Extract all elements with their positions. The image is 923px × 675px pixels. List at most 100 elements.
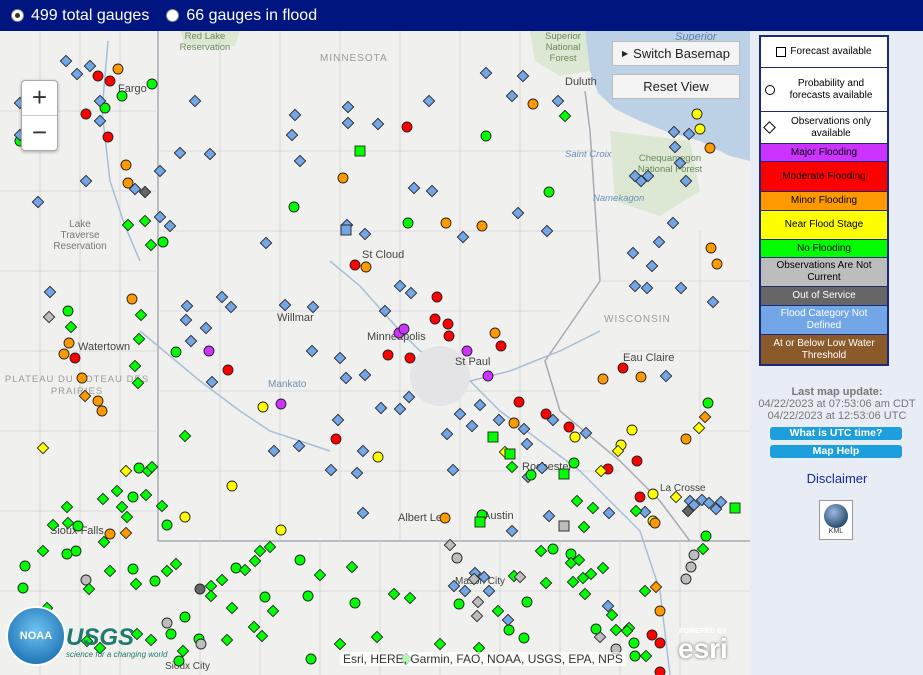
gauge-marker-none[interactable] bbox=[609, 623, 623, 637]
gauge-marker-none[interactable] bbox=[578, 587, 592, 601]
gauge-marker-minor[interactable] bbox=[104, 528, 116, 540]
gauge-marker-not-defined[interactable] bbox=[511, 206, 525, 220]
gauge-marker-moderate[interactable] bbox=[404, 352, 416, 364]
gauge-marker-none[interactable] bbox=[453, 598, 465, 610]
gauge-marker-not-defined[interactable] bbox=[447, 579, 461, 593]
gauge-marker-minor[interactable] bbox=[649, 580, 663, 594]
gauge-marker-none[interactable] bbox=[387, 587, 401, 601]
gauge-marker-none[interactable] bbox=[294, 554, 306, 566]
gauge-marker-none[interactable] bbox=[139, 488, 153, 502]
gauge-marker-none[interactable] bbox=[127, 491, 139, 503]
gauge-marker-moderate[interactable] bbox=[634, 491, 646, 503]
gauge-marker-minor[interactable] bbox=[92, 395, 104, 407]
gauge-marker-not-current[interactable] bbox=[688, 549, 700, 561]
gauge-marker-none[interactable] bbox=[700, 530, 712, 542]
gauge-marker-not-defined[interactable] bbox=[626, 246, 640, 260]
gauge-marker-none[interactable] bbox=[110, 484, 124, 498]
gauge-marker-none[interactable] bbox=[288, 201, 300, 213]
gauge-marker-near[interactable] bbox=[669, 490, 683, 504]
gauge-marker-none[interactable] bbox=[568, 457, 580, 469]
gauge-marker-not-current[interactable] bbox=[42, 310, 56, 324]
gauge-marker-none[interactable] bbox=[128, 359, 142, 373]
gauge-marker-minor[interactable] bbox=[120, 159, 132, 171]
gauge-marker-minor[interactable] bbox=[76, 372, 88, 384]
zoom-in-button[interactable]: + bbox=[22, 81, 57, 116]
gauge-marker-none[interactable] bbox=[521, 596, 533, 608]
zoom-out-button[interactable]: − bbox=[22, 116, 57, 150]
gauge-marker-minor[interactable] bbox=[439, 512, 451, 524]
gauge-marker-none[interactable] bbox=[505, 460, 519, 474]
gauge-marker-minor[interactable] bbox=[635, 371, 647, 383]
gauge-marker-not-defined[interactable] bbox=[179, 313, 193, 327]
gauge-marker-none[interactable] bbox=[266, 604, 280, 618]
gauge-marker-moderate[interactable] bbox=[443, 330, 455, 342]
gauge-marker-not-defined[interactable] bbox=[374, 401, 388, 415]
gauge-marker-minor[interactable] bbox=[112, 63, 124, 75]
gauge-marker-none[interactable] bbox=[403, 591, 417, 605]
gauge-marker-minor[interactable] bbox=[119, 526, 133, 540]
what-is-utc-button[interactable]: What is UTC time? bbox=[770, 427, 902, 440]
gauge-marker-none[interactable] bbox=[131, 376, 145, 390]
gauge-marker-none[interactable] bbox=[525, 469, 537, 481]
gauge-marker-none[interactable] bbox=[302, 590, 314, 602]
gauge-marker-none[interactable] bbox=[333, 637, 347, 651]
gauge-marker-none[interactable] bbox=[639, 649, 653, 663]
gauge-marker-not-defined[interactable] bbox=[456, 230, 470, 244]
gauge-marker-not-defined[interactable] bbox=[666, 216, 680, 230]
gauge-marker-none[interactable] bbox=[215, 573, 229, 587]
gauge-marker-none[interactable] bbox=[116, 90, 128, 102]
gauge-marker-not-defined[interactable] bbox=[324, 463, 338, 477]
gauge-marker-not-defined[interactable] bbox=[659, 369, 673, 383]
gauge-marker-near[interactable] bbox=[179, 511, 191, 523]
gauge-marker-not-defined[interactable] bbox=[205, 375, 219, 389]
gauge-marker-none[interactable] bbox=[61, 548, 73, 560]
gauge-marker-none[interactable] bbox=[138, 214, 152, 228]
gauge-marker-moderate[interactable] bbox=[654, 666, 666, 675]
gauge-marker-near[interactable] bbox=[275, 524, 287, 536]
gauge-marker-minor[interactable] bbox=[126, 293, 138, 305]
gauge-marker-moderate[interactable] bbox=[431, 291, 443, 303]
gauge-marker-none[interactable] bbox=[629, 650, 641, 662]
gauge-marker-moderate[interactable] bbox=[222, 364, 234, 376]
gauge-marker-not-defined[interactable] bbox=[341, 116, 355, 130]
gauge-marker-not-defined[interactable] bbox=[479, 66, 493, 80]
gauge-marker-not-defined[interactable] bbox=[340, 224, 352, 236]
gauge-marker-not-defined[interactable] bbox=[579, 426, 593, 440]
gauge-marker-none[interactable] bbox=[121, 218, 135, 232]
gauge-marker-none[interactable] bbox=[503, 624, 515, 636]
gauge-marker-not-defined[interactable] bbox=[356, 506, 370, 520]
gauge-marker-none[interactable] bbox=[230, 562, 242, 574]
gauge-marker-moderate[interactable] bbox=[69, 352, 81, 364]
gauge-marker-not-current[interactable] bbox=[558, 520, 570, 532]
gauge-marker-none[interactable] bbox=[36, 544, 50, 558]
gauge-marker-minor[interactable] bbox=[527, 98, 539, 110]
gauge-marker-not-defined[interactable] bbox=[358, 227, 372, 241]
gauge-marker-not-defined[interactable] bbox=[224, 300, 238, 314]
gauge-marker-not-defined[interactable] bbox=[331, 413, 345, 427]
gauge-marker-none[interactable] bbox=[558, 468, 570, 480]
gauge-marker-none[interactable] bbox=[354, 145, 366, 157]
gauge-marker-not-defined[interactable] bbox=[188, 94, 202, 108]
gauge-marker-none[interactable] bbox=[702, 397, 714, 409]
gauge-marker-moderate[interactable] bbox=[442, 318, 454, 330]
gauge-marker-none[interactable] bbox=[64, 320, 78, 334]
gauge-marker-not-defined[interactable] bbox=[628, 279, 642, 293]
gauge-marker-not-defined[interactable] bbox=[180, 299, 194, 313]
gauge-marker-moderate[interactable] bbox=[646, 629, 658, 641]
gauge-marker-not-defined[interactable] bbox=[540, 224, 554, 238]
gauge-marker-none[interactable] bbox=[402, 217, 414, 229]
gauge-marker-none[interactable] bbox=[596, 561, 610, 575]
gauge-marker-minor[interactable] bbox=[63, 337, 75, 349]
gauge-marker-not-defined[interactable] bbox=[679, 174, 693, 188]
gauge-marker-not-defined[interactable] bbox=[465, 419, 479, 433]
gauge-marker-none[interactable] bbox=[586, 501, 600, 515]
gauge-marker-minor[interactable] bbox=[489, 327, 501, 339]
gauge-marker-near[interactable] bbox=[569, 431, 581, 443]
gauge-marker-not-defined[interactable] bbox=[505, 524, 519, 538]
gauge-marker-moderate[interactable] bbox=[382, 349, 394, 361]
gauge-marker-none[interactable] bbox=[305, 653, 317, 665]
gauge-marker-not-defined[interactable] bbox=[203, 147, 217, 161]
gauge-marker-none[interactable] bbox=[433, 637, 447, 651]
gauge-marker-not-current[interactable] bbox=[451, 552, 463, 564]
gauge-marker-not-defined[interactable] bbox=[706, 295, 720, 309]
